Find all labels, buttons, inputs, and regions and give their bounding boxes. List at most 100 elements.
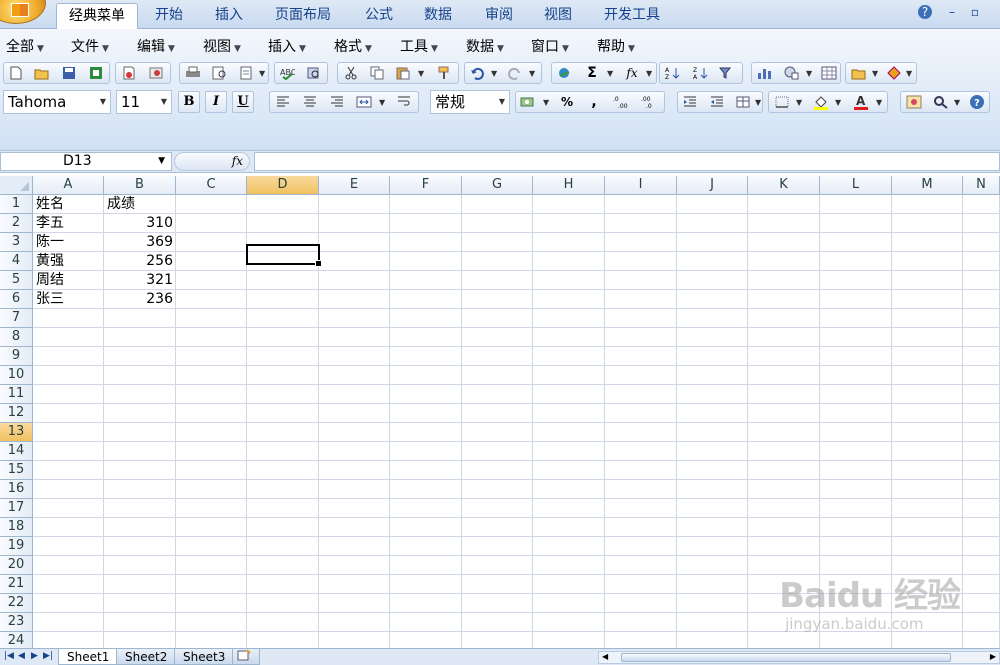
chevron-down-icon[interactable]: ▼ xyxy=(259,69,265,78)
redo-icon[interactable] xyxy=(505,63,525,83)
undo-icon[interactable] xyxy=(467,63,487,83)
align-left-icon[interactable] xyxy=(273,92,293,112)
bold-button[interactable]: B xyxy=(178,91,200,113)
tab-page-layout[interactable]: 页面布局 xyxy=(271,3,335,29)
decrease-indent-icon[interactable] xyxy=(680,92,700,112)
cell-a6[interactable]: 张三 xyxy=(33,290,104,309)
chevron-down-icon[interactable]: ▼ xyxy=(835,98,841,107)
cell-a4[interactable]: 黄强 xyxy=(33,252,104,271)
italic-button[interactable]: I xyxy=(205,91,227,113)
last-sheet-icon[interactable]: ▶| xyxy=(43,651,53,661)
menu-tools[interactable]: 工具 ▼ xyxy=(400,36,438,56)
number-format-select[interactable]: 常规 ▼ xyxy=(430,90,510,114)
scroll-left-icon[interactable]: ◀ xyxy=(602,652,608,661)
cell-a1[interactable]: 姓名 xyxy=(33,195,104,214)
pdf-icon[interactable] xyxy=(119,63,139,83)
new-file-icon[interactable] xyxy=(6,63,26,83)
help-circle-icon[interactable]: ? xyxy=(967,92,987,112)
scrollbar-thumb[interactable] xyxy=(621,653,951,662)
menu-file[interactable]: 文件 ▼ xyxy=(71,36,109,56)
minimize-button[interactable]: – xyxy=(945,5,959,19)
row-header-22[interactable]: 22 xyxy=(0,594,33,613)
row-header-8[interactable]: 8 xyxy=(0,328,33,347)
sheet-tab-1[interactable]: Sheet1 xyxy=(58,649,119,665)
autosum-icon[interactable]: Σ xyxy=(582,63,602,83)
percent-button[interactable]: % xyxy=(557,92,577,112)
row-header-19[interactable]: 19 xyxy=(0,537,33,556)
row-header-12[interactable]: 12 xyxy=(0,404,33,423)
increase-decimal-icon[interactable]: .0.00 xyxy=(612,92,632,112)
tab-classic-menu[interactable]: 经典菜单 xyxy=(56,3,138,29)
row-header-14[interactable]: 14 xyxy=(0,442,33,461)
gridlines-icon[interactable] xyxy=(819,63,839,83)
zoom-icon[interactable] xyxy=(931,92,951,112)
align-right-icon[interactable] xyxy=(327,92,347,112)
chevron-down-icon[interactable]: ▼ xyxy=(379,98,385,107)
font-size-select[interactable]: 11 ▼ xyxy=(116,90,172,114)
tab-review[interactable]: 审阅 xyxy=(481,3,517,29)
insert-sheet-button[interactable] xyxy=(232,649,260,665)
column-header-d[interactable]: D xyxy=(247,176,319,195)
row-header-1[interactable]: 1 xyxy=(0,195,33,214)
chevron-down-icon[interactable]: ▼ xyxy=(806,69,812,78)
horizontal-scrollbar[interactable]: ◀ ▶ xyxy=(598,651,1000,664)
folder-icon[interactable] xyxy=(849,63,869,83)
copy-icon[interactable] xyxy=(367,63,387,83)
row-header-23[interactable]: 23 xyxy=(0,613,33,632)
menu-view[interactable]: 视图 ▼ xyxy=(203,36,241,56)
sheet-tab-3[interactable]: Sheet3 xyxy=(174,649,235,665)
column-header-c[interactable]: C xyxy=(176,176,247,195)
open-folder-icon[interactable] xyxy=(32,63,52,83)
chevron-down-icon[interactable]: ▼ xyxy=(607,69,613,78)
format-painter-icon[interactable] xyxy=(435,63,455,83)
cut-icon[interactable] xyxy=(341,63,361,83)
column-header-n[interactable]: N xyxy=(963,176,1000,195)
column-header-e[interactable]: E xyxy=(319,176,390,195)
comma-button[interactable]: , xyxy=(584,92,604,112)
permission-icon[interactable] xyxy=(146,63,166,83)
cell-a5[interactable]: 周结 xyxy=(33,271,104,290)
cell-b2[interactable]: 310 xyxy=(104,214,176,233)
row-header-11[interactable]: 11 xyxy=(0,385,33,404)
filter-icon[interactable] xyxy=(717,63,737,83)
chevron-down-icon[interactable]: ▼ xyxy=(529,69,535,78)
sort-ascending-icon[interactable]: AZ xyxy=(662,63,682,83)
column-header-i[interactable]: I xyxy=(605,176,677,195)
chevron-down-icon[interactable]: ▼ xyxy=(418,69,424,78)
column-header-f[interactable]: F xyxy=(390,176,462,195)
row-header-13[interactable]: 13 xyxy=(0,423,33,442)
merge-center-icon[interactable] xyxy=(354,92,374,112)
column-header-a[interactable]: A xyxy=(33,176,104,195)
first-sheet-icon[interactable]: |◀ xyxy=(4,651,14,661)
excel-sheet-icon[interactable] xyxy=(86,63,106,83)
page-setup-icon[interactable] xyxy=(236,63,256,83)
chevron-down-icon[interactable]: ▼ xyxy=(491,69,497,78)
chevron-down-icon[interactable]: ▼ xyxy=(158,153,165,170)
chevron-down-icon[interactable]: ▼ xyxy=(954,98,960,107)
increase-indent-icon[interactable] xyxy=(707,92,727,112)
currency-icon[interactable] xyxy=(518,92,538,112)
print-preview-icon[interactable] xyxy=(210,63,230,83)
font-name-select[interactable]: Tahoma ▼ xyxy=(3,90,111,114)
row-header-15[interactable]: 15 xyxy=(0,461,33,480)
cell-b5[interactable]: 321 xyxy=(104,271,176,290)
row-header-2[interactable]: 2 xyxy=(0,214,33,233)
menu-all[interactable]: 全部 ▼ xyxy=(6,36,44,56)
borders-icon[interactable] xyxy=(772,92,792,112)
cell-style-icon[interactable] xyxy=(733,92,753,112)
save-icon[interactable] xyxy=(59,63,79,83)
print-icon[interactable] xyxy=(183,63,203,83)
font-color-icon[interactable]: A xyxy=(851,92,871,112)
insert-function-button[interactable]: fx xyxy=(174,152,250,171)
underline-button[interactable]: U xyxy=(232,91,254,113)
tab-developer[interactable]: 开发工具 xyxy=(600,3,664,29)
cell-b6[interactable]: 236 xyxy=(104,290,176,309)
menu-window[interactable]: 窗口 ▼ xyxy=(531,36,569,56)
hyperlink-icon[interactable] xyxy=(555,63,575,83)
chevron-down-icon[interactable]: ▼ xyxy=(796,98,802,107)
insert-function-icon[interactable]: fx xyxy=(622,63,642,83)
column-header-m[interactable]: M xyxy=(892,176,963,195)
chevron-down-icon[interactable]: ▼ xyxy=(755,98,761,107)
row-header-4[interactable]: 4 xyxy=(0,252,33,271)
menu-insert[interactable]: 插入 ▼ xyxy=(268,36,306,56)
